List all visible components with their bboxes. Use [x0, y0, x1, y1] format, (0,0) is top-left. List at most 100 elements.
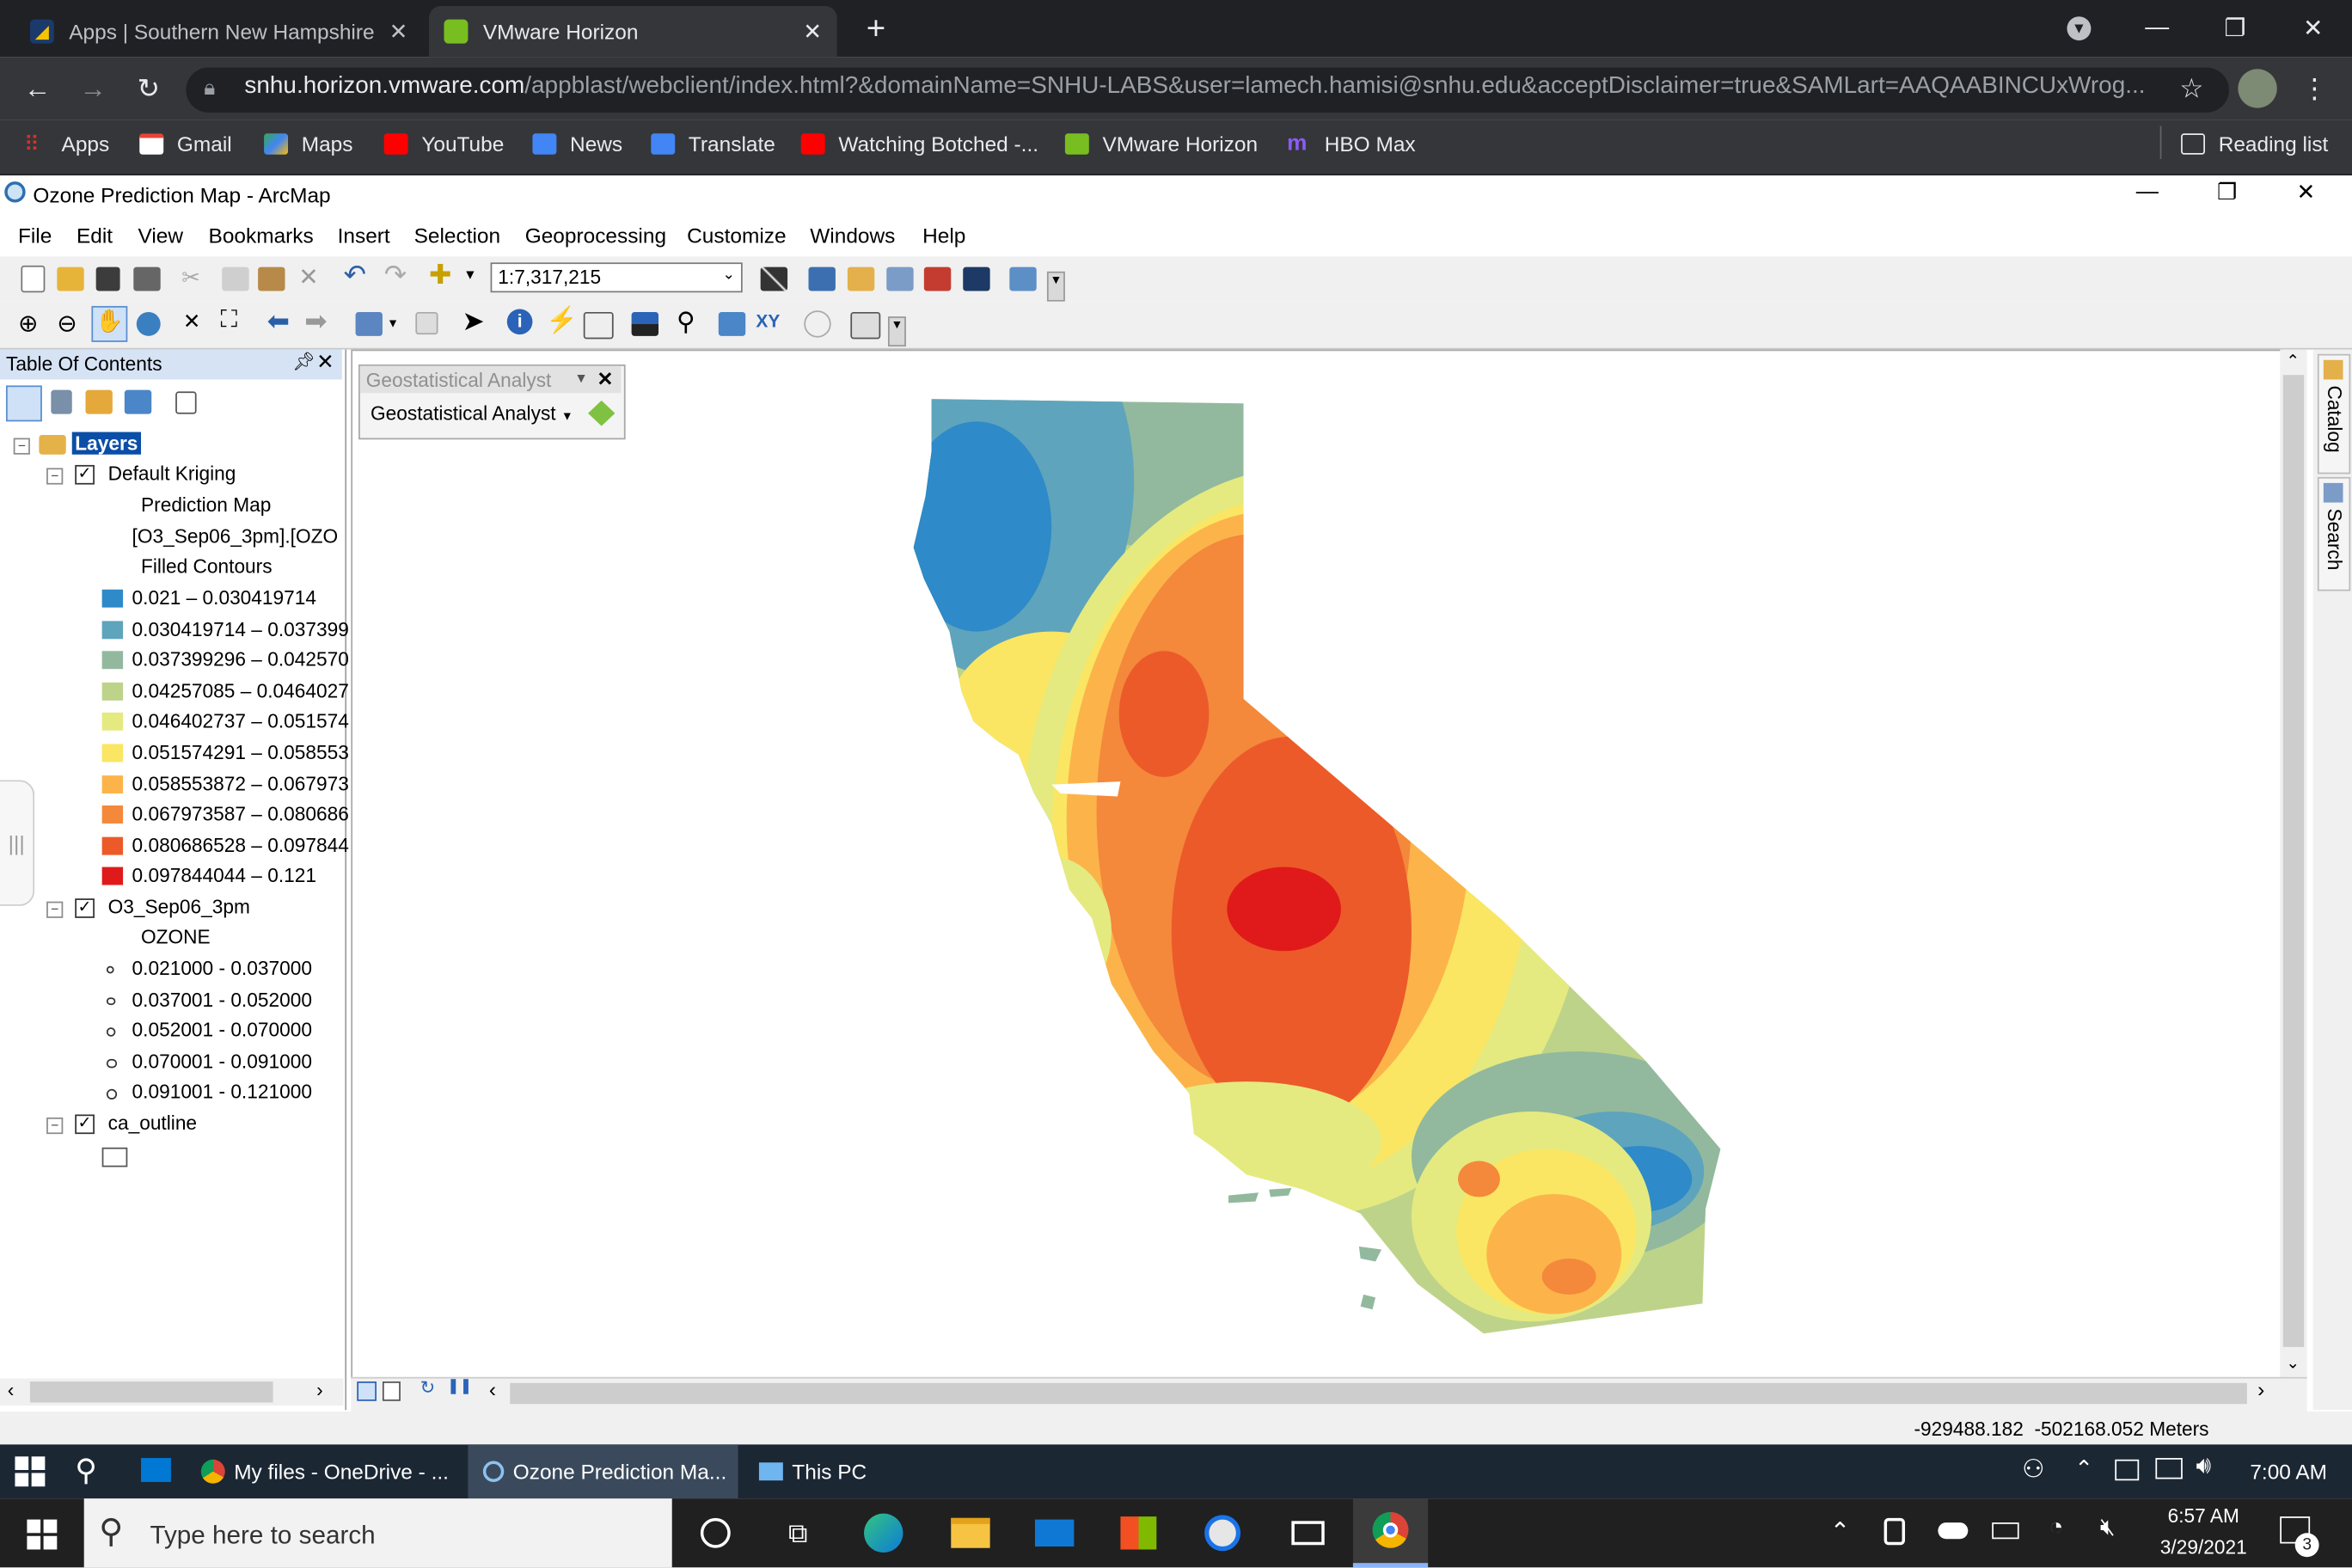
model-builder-icon[interactable] [1009, 266, 1037, 291]
bookmark-translate[interactable]: Translate [651, 129, 775, 159]
go-forward-extent-icon[interactable]: ➡ [304, 306, 327, 338]
minimize-icon[interactable]: — [2118, 0, 2196, 57]
layer-visibility-checkbox[interactable]: ✓ [75, 1114, 95, 1135]
go-to-xy-icon[interactable]: XY [756, 310, 780, 331]
select-features-icon[interactable] [355, 311, 383, 336]
bookmark-news[interactable]: News [532, 129, 622, 159]
save-icon[interactable] [95, 266, 120, 291]
list-by-selection-icon[interactable] [124, 389, 152, 414]
zoom-in-icon[interactable]: ⊕ [18, 309, 38, 339]
zoom-out-icon[interactable]: ⊖ [57, 309, 77, 339]
mail-icon[interactable] [141, 1458, 171, 1482]
bookmark-watching-botched[interactable]: Watching Botched -... [800, 129, 1038, 159]
select-elements-arrow-icon[interactable]: ➤ [462, 306, 484, 338]
legend-swatch[interactable] [101, 682, 124, 701]
show-hidden-icons[interactable]: ⌃ [1830, 1516, 1850, 1547]
legend-class-label[interactable]: 0.058553872 – 0.067973 [132, 772, 349, 794]
arcmap-minimize-icon[interactable]: — [2136, 179, 2159, 205]
bookmark-apps[interactable]: ⠿ Apps [24, 129, 109, 159]
fixed-zoom-out-icon[interactable]: ⛶ [221, 308, 238, 334]
cut-icon[interactable]: ✂ [181, 264, 200, 291]
layer-name-points[interactable]: O3_Sep06_3pm [108, 896, 250, 918]
layers-root[interactable]: Layers [71, 432, 141, 455]
mail-icon[interactable] [1032, 1510, 1076, 1555]
select-dropdown-icon[interactable]: ▼ [387, 316, 399, 330]
volume-icon[interactable]: 🔊︎ [2196, 1454, 2212, 1480]
map-horizontal-scroll-thumb[interactable] [510, 1382, 2247, 1405]
measure-icon[interactable] [631, 311, 659, 336]
bookmark-vmware-horizon[interactable]: VMware Horizon [1064, 129, 1258, 159]
reading-list-button[interactable]: Reading list [2181, 129, 2328, 159]
people-icon[interactable]: ⚇ [2022, 1455, 2045, 1485]
close-window-icon[interactable]: ✕ [2274, 0, 2352, 57]
map-vertical-scroll-thumb[interactable] [2282, 375, 2305, 1347]
list-by-visibility-icon[interactable] [85, 389, 113, 414]
show-hidden-icons[interactable]: ⌃ [2074, 1455, 2093, 1482]
legend-swatch[interactable] [101, 744, 124, 763]
copy-icon[interactable] [222, 266, 249, 291]
full-extent-globe-icon[interactable] [136, 311, 161, 336]
search-window-icon[interactable] [886, 266, 914, 291]
menu-windows[interactable]: Windows [810, 224, 895, 248]
toolbar-options-icon[interactable]: ▼ [887, 316, 906, 347]
toolbar-options-icon[interactable]: ▼ [1046, 271, 1065, 302]
point-class-label[interactable]: 0.070001 - 0.091000 [132, 1050, 312, 1072]
legend-class-label[interactable]: 0.067973587 – 0.080686 [132, 803, 349, 825]
lock-icon[interactable]: 🔒︎ [204, 75, 215, 101]
catalog-window-icon[interactable] [847, 266, 875, 291]
bookmark-youtube[interactable]: YouTube [383, 129, 504, 159]
remote-task-arcmap[interactable]: Ozone Prediction Ma... [468, 1444, 738, 1499]
legend-swatch[interactable] [101, 836, 124, 855]
menu-file[interactable]: File [18, 224, 52, 248]
list-by-source-icon[interactable] [51, 389, 72, 414]
arcmap-restore-icon[interactable]: ❐ [2217, 179, 2237, 205]
ga-toolbar-options-icon[interactable]: ▼ [574, 371, 588, 385]
ga-close-icon[interactable]: ✕ [597, 368, 613, 392]
reload-icon[interactable]: ↻ [126, 66, 171, 111]
pan-hand-icon[interactable]: ✋ [91, 305, 128, 342]
tab-search-icon[interactable]: ▼ [2040, 0, 2118, 57]
scroll-down-icon[interactable]: ⌄ [2286, 1353, 2300, 1373]
collapse-icon[interactable]: − [46, 468, 64, 485]
edge-icon[interactable] [861, 1510, 906, 1555]
time-slider-icon[interactable] [804, 310, 831, 338]
legend-class-label[interactable]: 0.051574291 – 0.058553 [132, 741, 349, 763]
arcmap-close-icon[interactable]: ✕ [2296, 179, 2315, 205]
bookmark-hbo-max[interactable]: m HBO Max [1287, 129, 1416, 159]
data-view-icon[interactable] [357, 1381, 377, 1401]
collapse-icon[interactable]: − [46, 901, 64, 918]
menu-customize[interactable]: Customize [687, 224, 786, 248]
remote-task-this-pc[interactable]: This PC [750, 1444, 899, 1498]
legend-class-label[interactable]: 0.080686528 – 0.097844 [132, 834, 349, 856]
back-icon[interactable]: ← [15, 66, 59, 111]
new-tab-icon[interactable]: + [837, 0, 916, 57]
url-text[interactable]: snhu.horizon.vmware.com/appblast/webclie… [244, 74, 2149, 101]
bookmark-maps[interactable]: Maps [264, 129, 352, 159]
go-back-extent-icon[interactable]: ⬅ [267, 306, 290, 338]
connect-display-icon[interactable] [1285, 1510, 1330, 1555]
menu-edit[interactable]: Edit [77, 224, 113, 248]
vmware-horizon-client-icon[interactable] [1200, 1510, 1245, 1555]
collapse-icon[interactable]: − [13, 438, 30, 455]
volume-muted-icon[interactable]: 🔇︎ [2100, 1515, 2116, 1541]
legend-swatch[interactable] [101, 589, 124, 608]
python-window-icon[interactable] [963, 266, 990, 291]
viewer-window-icon[interactable] [850, 311, 881, 340]
task-view-icon[interactable]: ⧉ [775, 1510, 820, 1555]
security-icon[interactable] [2115, 1459, 2140, 1481]
windows-clock[interactable]: 6:57 AM [2151, 1504, 2256, 1527]
menu-selection[interactable]: Selection [414, 224, 500, 248]
menu-insert[interactable]: Insert [338, 224, 390, 248]
network-icon[interactable] [2155, 1458, 2183, 1479]
list-by-drawing-order-icon[interactable] [5, 385, 42, 422]
wifi-icon[interactable]: ◔ [2049, 1515, 2064, 1541]
layer-visibility-checkbox[interactable]: ✓ [75, 898, 95, 918]
find-binoculars-icon[interactable]: ⚲ [677, 308, 695, 338]
remote-task-onedrive[interactable]: My files - OneDrive - ... [200, 1444, 459, 1498]
legend-swatch[interactable] [101, 805, 124, 824]
fixed-zoom-in-icon[interactable]: ✕ [183, 309, 200, 334]
battery-icon[interactable] [1992, 1522, 2019, 1540]
scroll-left-icon[interactable]: ‹ [489, 1377, 496, 1401]
layer-visibility-checkbox[interactable]: ✓ [75, 464, 95, 485]
map-scale-dropdown[interactable]: 1:7,317,215 ⌄ [490, 262, 743, 293]
